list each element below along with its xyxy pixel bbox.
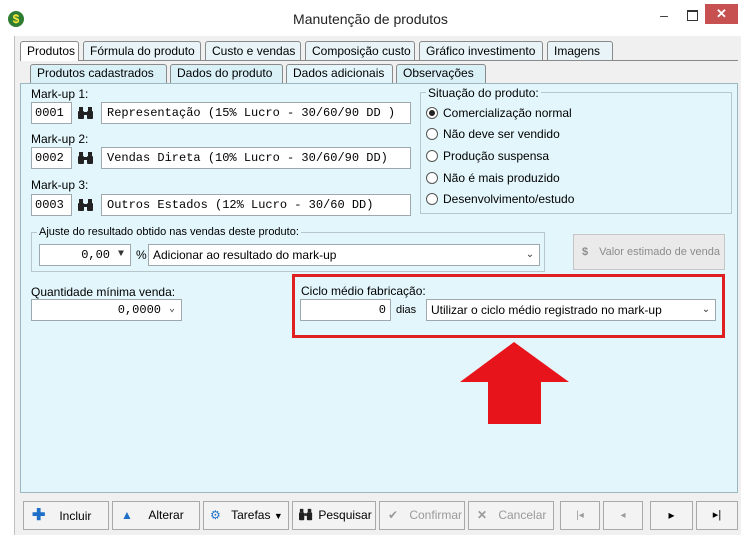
cancelar-label: Cancelar [498,508,547,522]
previous-record-button[interactable]: ◂ [603,501,643,530]
x-icon: ✕ [477,508,488,522]
markup-3-label: Mark-up 3: [31,178,89,192]
tab-produtos[interactable]: Produtos [20,41,79,61]
radio-nao-deve-ser-vendido[interactable] [426,128,438,140]
gear-icon: ⚙ [210,508,221,522]
incluir-label: Incluir [59,509,92,523]
option-label[interactable]: Não deve ser vendido [443,127,560,141]
last-record-button[interactable]: ▸| [696,501,738,530]
confirmar-label: Confirmar [409,508,463,522]
radio-comercializacao-normal[interactable] [426,107,438,119]
tab-composicao-custo[interactable]: Composição custo [305,41,415,61]
binoculars-icon[interactable] [77,196,95,214]
cancelar-button[interactable]: ✕ Cancelar [468,501,554,530]
valor-estimado-button[interactable]: $ Valor estimado de venda [573,234,725,270]
markup-2-code-field[interactable]: 0002 [31,147,72,169]
markup-2-label: Mark-up 2: [31,132,89,146]
alterar-label: Alterar [148,508,184,522]
pesquisar-button[interactable]: Pesquisar [292,501,376,530]
title-bar: $ Manutenção de produtos – ✕ [0,0,741,36]
subtab-dados-adicionais[interactable]: Dados adicionais [286,64,393,83]
check-icon: ✔ [388,508,399,522]
ajuste-title: Ajuste do resultado obtido nas vendas de… [37,226,301,238]
chevron-down-icon[interactable]: ⌄ [165,302,179,318]
subtab-observacoes[interactable]: Observações [396,64,486,83]
up-arrow-annotation [460,342,569,424]
tab-formula-do-produto[interactable]: Fórmula do produto [83,41,201,61]
option-label[interactable]: Comercialização normal [443,106,572,120]
alterar-button[interactable]: ▲ Alterar [112,501,200,530]
ajuste-value-field[interactable]: 0,00 ▼ [39,244,131,266]
first-record-button[interactable]: |◂ [560,501,600,530]
situacao-title: Situação do produto: [426,86,541,100]
radio-producao-suspensa[interactable] [426,150,438,162]
tab-strip-border [20,60,738,61]
tarefas-label: Tarefas [231,508,271,522]
valor-estimado-label: Valor estimado de venda [599,246,720,258]
radio-desenvolvimento-estudo[interactable] [426,193,438,205]
tab-custo-e-vendas[interactable]: Custo e vendas [205,41,301,61]
binoculars-icon[interactable] [77,149,95,167]
dropdown-arrow-icon: ▼ [273,511,283,521]
option-label[interactable]: Produção suspensa [443,149,549,163]
highlight-box [292,274,725,338]
pesquisar-label: Pesquisar [318,508,372,522]
markup-1-label: Mark-up 1: [31,87,89,101]
window-title: Manutenção de produtos [293,11,448,27]
close-button[interactable]: ✕ [705,4,738,24]
binoculars-icon [298,505,315,532]
maximize-button[interactable] [680,6,704,26]
option-label[interactable]: Desenvolvimento/estudo [443,192,574,206]
markup-3-code-field[interactable]: 0003 [31,194,72,216]
triangle-up-icon: ▲ [121,508,133,522]
maximize-icon [686,10,698,22]
plus-icon: ✚ [32,507,46,524]
markup-3-description-field[interactable]: Outros Estados (12% Lucro - 30/60 DD) [101,194,411,216]
radio-nao-e-mais-produzido[interactable] [426,172,438,184]
option-label[interactable]: Não é mais produzido [443,171,560,185]
percent-label: % [136,248,147,262]
confirmar-button[interactable]: ✔ Confirmar [379,501,465,530]
chevron-down-icon[interactable]: ▼ [114,247,128,263]
tab-imagens[interactable]: Imagens [547,41,613,61]
markup-2-description-field[interactable]: Vendas Direta (10% Lucro - 30/60/90 DD) [101,147,411,169]
tarefas-button[interactable]: ⚙ Tarefas ▼ [203,501,289,530]
ajuste-mode-select[interactable]: Adicionar ao resultado do mark-up ⌄ [148,244,540,266]
markup-1-description-field[interactable]: Representação (15% Lucro - 30/60/90 DD ) [101,102,411,124]
tab-grafico-investimento[interactable]: Gráfico investimento [419,41,543,61]
ajuste-value: 0,00 [81,248,110,262]
subtab-dados-do-produto[interactable]: Dados do produto [170,64,283,83]
incluir-button[interactable]: ✚ Incluir [23,501,109,530]
next-record-button[interactable]: ▸ [650,501,693,530]
quantidade-value: 0,0000 [117,303,161,317]
dollar-icon: $ [582,246,589,258]
markup-1-code-field[interactable]: 0001 [31,102,72,124]
quantidade-label: Quantidade mínima venda: [31,285,176,299]
subtab-produtos-cadastrados[interactable]: Produtos cadastrados [30,64,167,83]
binoculars-icon[interactable] [77,104,95,122]
quantidade-field[interactable]: 0,0000 ⌄ [31,299,182,321]
chevron-down-icon[interactable]: ⌄ [523,247,537,263]
ajuste-mode-value: Adicionar ao resultado do mark-up [153,248,337,262]
minimize-button[interactable]: – [652,6,676,26]
